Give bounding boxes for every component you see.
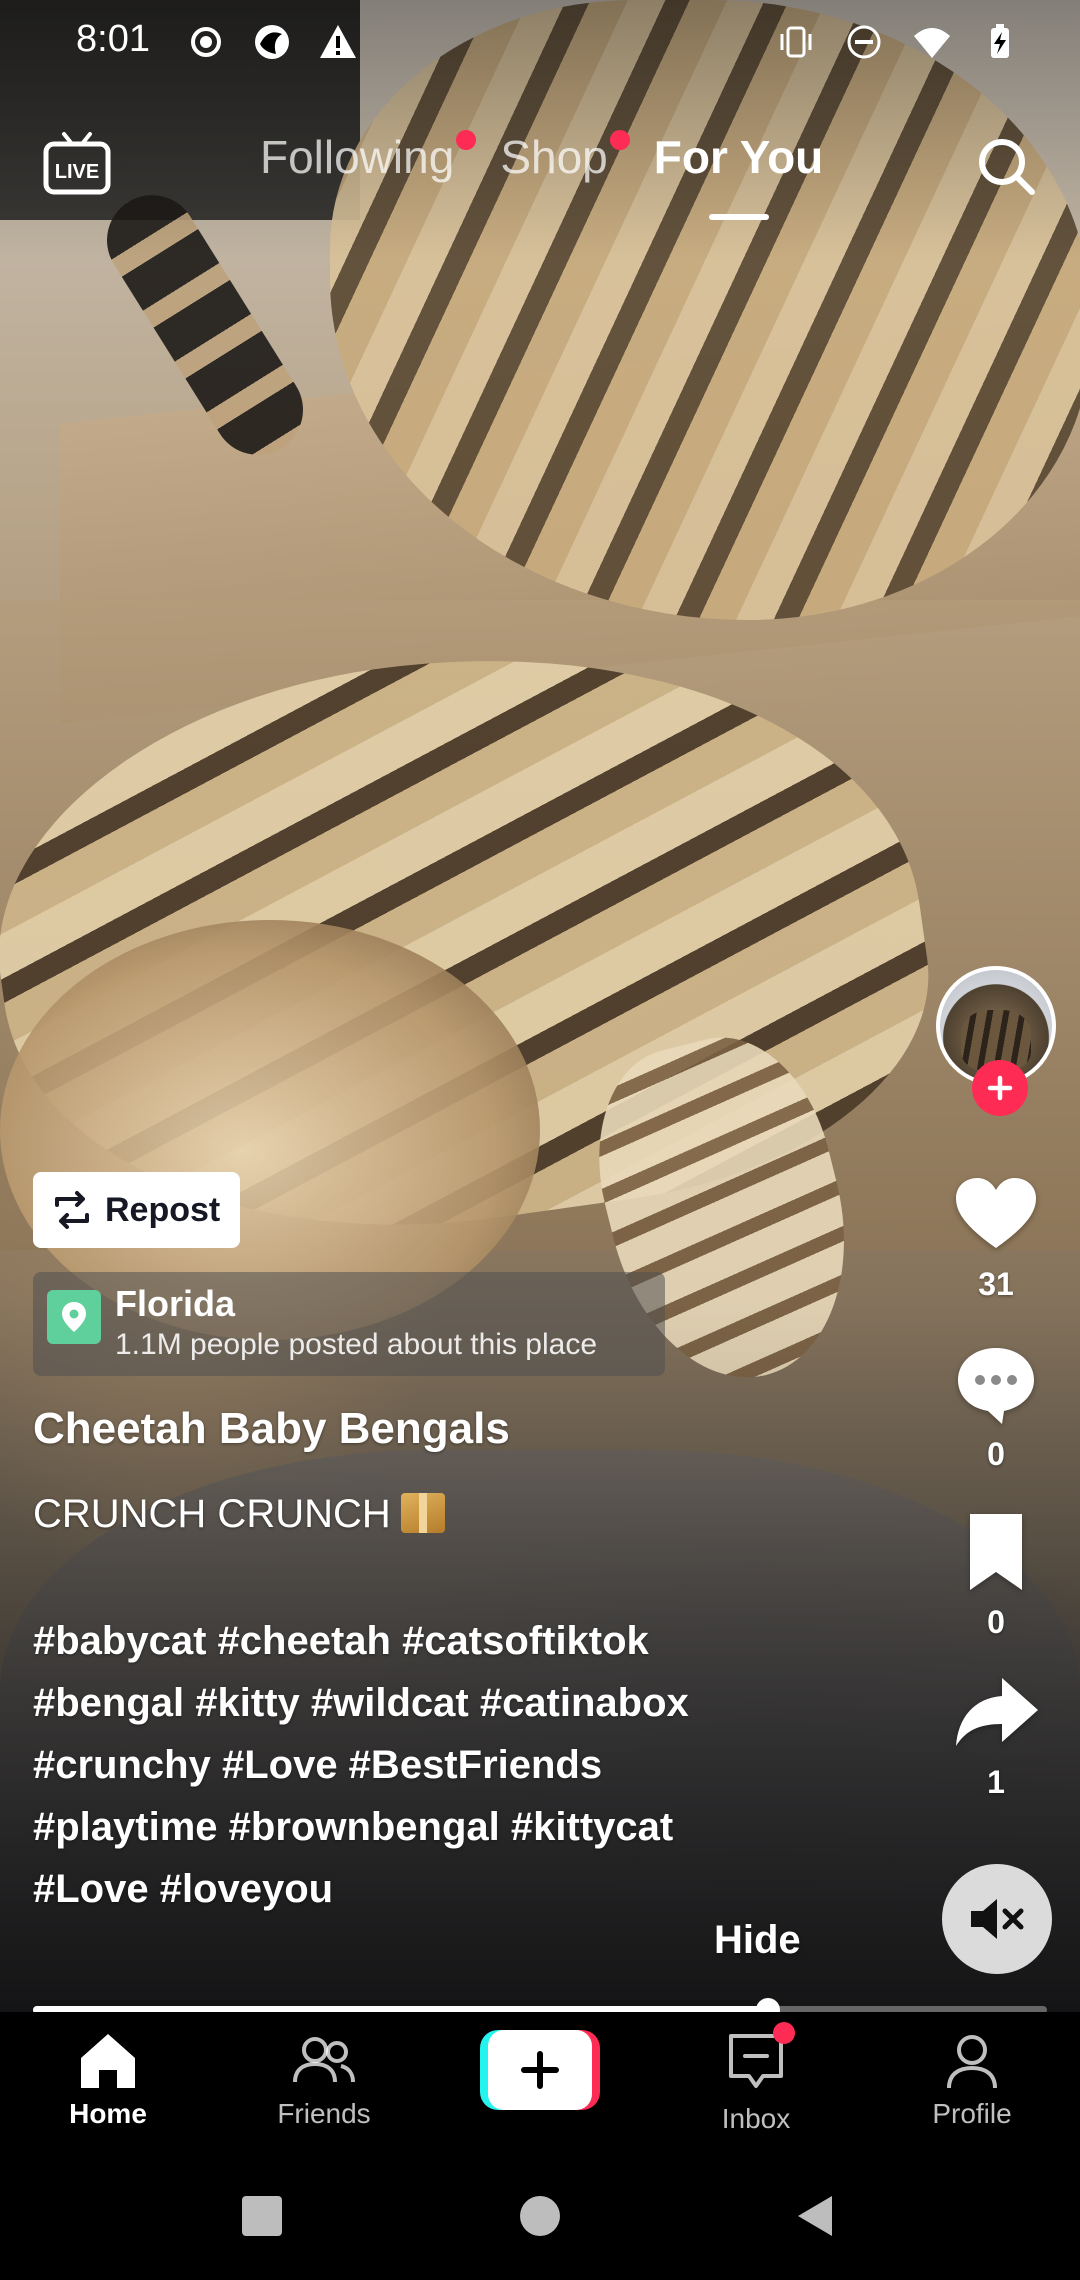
hashtags: #babycat #cheetah #catsoftiktok #bengal … [33, 1610, 793, 1920]
circle-icon [520, 2196, 560, 2236]
repost-button[interactable]: Repost [33, 1172, 241, 1248]
inbox-icon-wrap [721, 2022, 795, 2101]
comment-count: 0 [987, 1436, 1005, 1472]
bookmark-icon [970, 1514, 1022, 1590]
comment-icon [958, 1348, 1034, 1424]
tab-following-label: Following [260, 131, 455, 183]
svg-text:LIVE: LIVE [55, 161, 99, 183]
share-count: 1 [987, 1764, 1005, 1800]
hide-caption-button[interactable]: Hide [714, 1918, 801, 1963]
hashtag-line[interactable]: #babycat #cheetah #catsoftiktok [33, 1610, 793, 1672]
save-button[interactable]: 0 [938, 1508, 1054, 1641]
tab-for-you-label: For You [653, 131, 824, 183]
dnd-icon [847, 25, 881, 59]
system-nav-bar [0, 2152, 1080, 2280]
tab-shop-dot [609, 130, 630, 150]
tab-following[interactable]: Following [260, 130, 477, 184]
location-subtitle: 1.1M people posted about this place [115, 1328, 598, 1361]
back-triangle-icon [798, 2196, 832, 2236]
share-icon [956, 1678, 1038, 1746]
friends-icon [293, 2037, 355, 2083]
post-description: CRUNCH CRUNCH [33, 1492, 445, 1537]
repost-label: Repost [105, 1190, 221, 1229]
plus-icon [987, 1075, 1013, 1101]
speaker-muted-icon [971, 1899, 1024, 1939]
create-button-face [488, 2030, 592, 2110]
tab-for-you[interactable]: For You [654, 130, 824, 184]
create-button[interactable] [480, 2030, 600, 2110]
record-icon [191, 27, 221, 57]
hashtag-line[interactable]: #crunchy #Love #BestFriends [33, 1734, 793, 1796]
battery-charging-icon [991, 24, 1009, 58]
home-system-button[interactable] [510, 2186, 570, 2246]
mute-button[interactable] [942, 1864, 1052, 1974]
inbox-notification-dot [773, 2022, 795, 2044]
feed-tabs: Following Shop For You [260, 130, 823, 184]
creator-avatar-group [936, 966, 1060, 1116]
tab-inbox-label: Inbox [721, 2103, 791, 2134]
search-icon[interactable] [972, 132, 1042, 202]
hashtag-line[interactable]: #bengal #kitty #wildcat #catinabox [33, 1672, 793, 1734]
status-time: 8:01 [76, 18, 150, 60]
follow-button[interactable] [972, 1060, 1028, 1116]
recents-button[interactable] [232, 2186, 292, 2246]
like-button[interactable]: 31 [938, 1170, 1054, 1303]
tab-profile[interactable]: Profile [882, 2026, 1062, 2130]
live-icon[interactable]: LIVE [42, 128, 112, 198]
repost-icon [55, 1191, 89, 1229]
top-nav: LIVE Following Shop For You [0, 120, 1080, 230]
like-count: 31 [978, 1266, 1014, 1302]
tab-shop-label: Shop [500, 131, 608, 183]
heart-icon [956, 1178, 1036, 1248]
tab-friends[interactable]: Friends [234, 2026, 414, 2130]
vibrate-icon [780, 26, 812, 58]
status-bar: 8:01 [0, 0, 1080, 88]
home-icon [81, 2034, 135, 2088]
hashtag-line[interactable]: #Love #loveyou [33, 1858, 793, 1920]
square-icon [242, 2196, 282, 2236]
save-count: 0 [987, 1604, 1005, 1640]
alert-icon [320, 25, 356, 58]
share-button[interactable]: 1 [938, 1668, 1054, 1801]
tab-home[interactable]: Home [18, 2026, 198, 2130]
comment-button[interactable]: 0 [938, 1340, 1054, 1473]
bottom-tab-bar: Home Friends Inbox Profile [0, 2012, 1080, 2152]
hashtag-line[interactable]: #playtime #brownbengal #kittycat [33, 1796, 793, 1858]
profile-icon [947, 2035, 997, 2089]
tab-following-dot [456, 130, 477, 150]
package-emoji-icon [400, 1493, 445, 1533]
tab-shop[interactable]: Shop [500, 130, 630, 184]
tab-home-label: Home [69, 2098, 147, 2129]
tab-inbox[interactable]: Inbox [666, 2022, 846, 2135]
status-left-icons [186, 22, 358, 62]
tab-profile-label: Profile [932, 2098, 1012, 2129]
wifi-icon [914, 28, 950, 58]
location-text: Florida 1.1M people posted about this pl… [115, 1282, 597, 1366]
app-icon [255, 25, 289, 59]
location-name: Florida [115, 1283, 236, 1324]
author-name[interactable]: Cheetah Baby Bengals [33, 1404, 510, 1454]
description-text: CRUNCH CRUNCH [33, 1492, 391, 1536]
location-pin-icon [47, 1290, 101, 1344]
status-right-icons [776, 22, 1020, 62]
tab-friends-label: Friends [277, 2098, 371, 2129]
location-tag[interactable]: Florida 1.1M people posted about this pl… [33, 1272, 665, 1376]
back-button[interactable] [786, 2186, 846, 2246]
plus-icon [521, 2051, 559, 2089]
